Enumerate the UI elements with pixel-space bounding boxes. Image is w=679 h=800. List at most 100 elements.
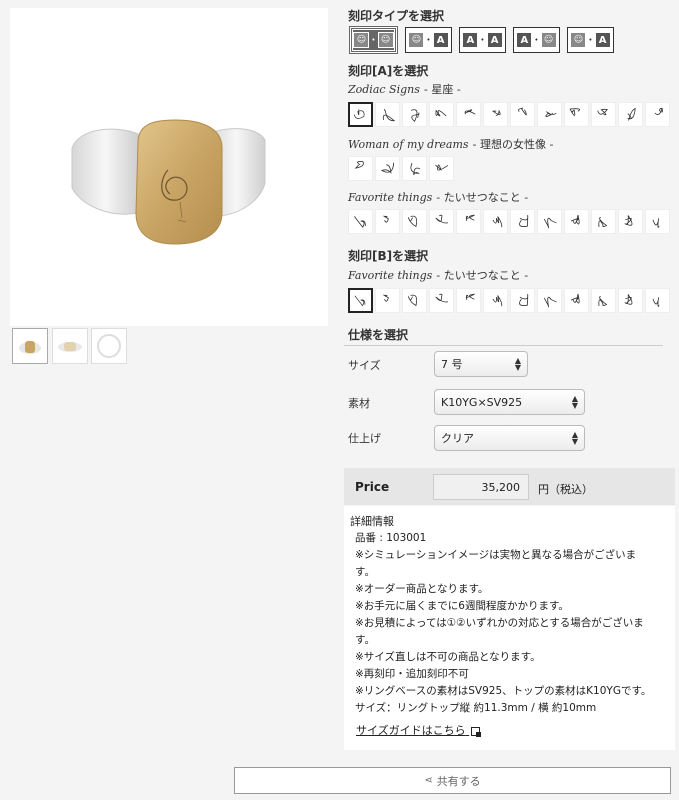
external-link-icon: [471, 726, 482, 737]
line-art-icon: [353, 109, 365, 119]
favorite-a-tile-1[interactable]: [348, 209, 373, 234]
line-art-icon: [410, 162, 421, 176]
favorite-a-tile-5[interactable]: [456, 209, 481, 234]
thumbnail-1[interactable]: [12, 328, 48, 364]
line-art-icon: [519, 215, 529, 227]
spec-title: 仕様を選択: [348, 328, 409, 342]
category-text-zodiac: - 星座 -: [423, 83, 461, 96]
detail-line: ※リングベースの素材はSV925、トップの素材はK10YGです。: [355, 685, 652, 697]
favorite-b-tile-5[interactable]: [456, 288, 481, 313]
zodiac-tile-9[interactable]: [564, 102, 589, 127]
engraving-type-option-4[interactable]: A • ☺: [513, 27, 560, 53]
size-select[interactable]: 7 号 ▲ ▼: [434, 351, 528, 377]
line-art-icon: [465, 214, 475, 222]
letter-glyph-icon: A: [516, 32, 533, 48]
detail-line: 品番 : 103001: [355, 532, 427, 544]
engraving-b-title: 刻印[B]を選択: [348, 249, 429, 263]
line-art-icon: [435, 293, 448, 303]
woman-tile-2[interactable]: [375, 156, 400, 181]
details-title: 詳細情報: [350, 515, 394, 528]
line-art-icon: [435, 214, 448, 224]
zodiac-tile-2[interactable]: [375, 102, 400, 127]
material-select[interactable]: K10YG×SV925 ▲ ▼: [434, 389, 585, 415]
price-value: 35,200: [481, 480, 521, 494]
engraving-type-option-3[interactable]: A • A: [459, 27, 506, 53]
favorite-a-tile-12[interactable]: [645, 209, 670, 234]
spec-divider: [344, 345, 663, 346]
details-lines: 品番 : 103001 ※シミュレーションイメージは実物と異なる場合がございま す。…: [355, 530, 651, 717]
line-art-icon: [654, 107, 664, 115]
thumbnail-2[interactable]: [52, 328, 88, 364]
favorite-a-tile-7[interactable]: [510, 209, 535, 234]
line-art-icon: [383, 294, 389, 302]
engraving-type-option-1[interactable]: ☺ • ☺: [349, 26, 398, 54]
category-text-favorite-b: - たいせつなこと -: [436, 269, 529, 282]
favorite-b-tile-2[interactable]: [375, 288, 400, 313]
engraving-type-option-5[interactable]: ☺ • A: [567, 27, 614, 53]
favorite-b-tile-4[interactable]: [429, 288, 454, 313]
line-art-icon: [598, 216, 608, 228]
material-select-value: K10YG×SV925: [441, 395, 523, 409]
face-glyph-icon: ☺: [353, 32, 370, 48]
detail-line: ※再刻印・追加刻印不可: [355, 668, 469, 680]
favorite-b-tile-7[interactable]: [510, 288, 535, 313]
letter-glyph-icon: A: [432, 32, 449, 48]
category-text-woman: - 理想の女性像 -: [472, 138, 554, 151]
line-art-icon: [569, 108, 581, 116]
woman-tile-4[interactable]: [429, 156, 454, 181]
separator-dot-icon: •: [588, 36, 593, 44]
zodiac-tile-10[interactable]: [591, 102, 616, 127]
favorite-b-tile-3[interactable]: [402, 288, 427, 313]
zodiac-tile-5[interactable]: [456, 102, 481, 127]
finish-select-value: クリア: [441, 432, 474, 445]
zodiac-tile-12[interactable]: [645, 102, 670, 127]
engraving-type-option-2[interactable]: ☺ • A: [405, 27, 452, 53]
thumbnail-3[interactable]: [91, 328, 127, 364]
line-art-icon: [624, 215, 633, 226]
line-art-icon: [570, 293, 580, 304]
select-arrows-icon: ▲ ▼: [571, 394, 578, 410]
zodiac-tile-1[interactable]: [348, 102, 373, 127]
favorite-a-tile-8[interactable]: [537, 209, 562, 234]
favorite-a-tile-11[interactable]: [618, 209, 643, 234]
favorite-a-tile-3[interactable]: [402, 209, 427, 234]
material-label: 素材: [348, 397, 370, 410]
product-main-image: [10, 8, 328, 326]
detail-line: サイズ：リングトップ縦 約11.3mm / 横 約10mm: [355, 702, 597, 714]
line-art-icon: [435, 109, 447, 117]
favorite-b-tile-11[interactable]: [618, 288, 643, 313]
woman-tile-1[interactable]: [348, 156, 373, 181]
woman-tile-3[interactable]: [402, 156, 427, 181]
finish-label: 仕上げ: [348, 432, 381, 445]
favorite-b-tile-1[interactable]: [348, 288, 373, 313]
favorite-b-tile-12[interactable]: [645, 288, 670, 313]
zodiac-tile-7[interactable]: [510, 102, 535, 127]
favorite-a-tile-4[interactable]: [429, 209, 454, 234]
line-art-icon: [380, 162, 395, 174]
zodiac-tile-3[interactable]: [402, 102, 427, 127]
favorite-b-tile-8[interactable]: [537, 288, 562, 313]
favorite-a-tile-6[interactable]: [483, 209, 508, 234]
favorite-a-tile-2[interactable]: [375, 209, 400, 234]
category-label-favorite-a: Favorite things - たいせつなこと -: [348, 189, 528, 205]
line-art-icon: [382, 109, 396, 122]
category-label-woman: Woman of my dreams - 理想の女性像 -: [348, 136, 553, 152]
line-art-icon: [491, 109, 501, 116]
size-guide-link[interactable]: サイズガイドはこちら: [356, 722, 482, 738]
select-arrows-icon: ▲ ▼: [571, 430, 578, 446]
share-button[interactable]: ⋖ 共有する: [234, 767, 671, 794]
favorite-a-tile-10[interactable]: [591, 209, 616, 234]
favorite-b-tile-10[interactable]: [591, 288, 616, 313]
zodiac-tile-8[interactable]: [537, 102, 562, 127]
finish-select[interactable]: クリア ▲ ▼: [434, 425, 585, 451]
favorite-b-tile-6[interactable]: [483, 288, 508, 313]
engraving-type-title: 刻印タイプを選択: [348, 9, 445, 23]
zodiac-tile-11[interactable]: [618, 102, 643, 127]
favorite-b-tile-9[interactable]: [564, 288, 589, 313]
favorite-a-tile-9[interactable]: [564, 209, 589, 234]
zodiac-tile-4[interactable]: [429, 102, 454, 127]
line-art-icon: [407, 294, 418, 307]
price-label: Price: [355, 480, 390, 494]
line-art-icon: [492, 295, 503, 307]
zodiac-tile-6[interactable]: [483, 102, 508, 127]
